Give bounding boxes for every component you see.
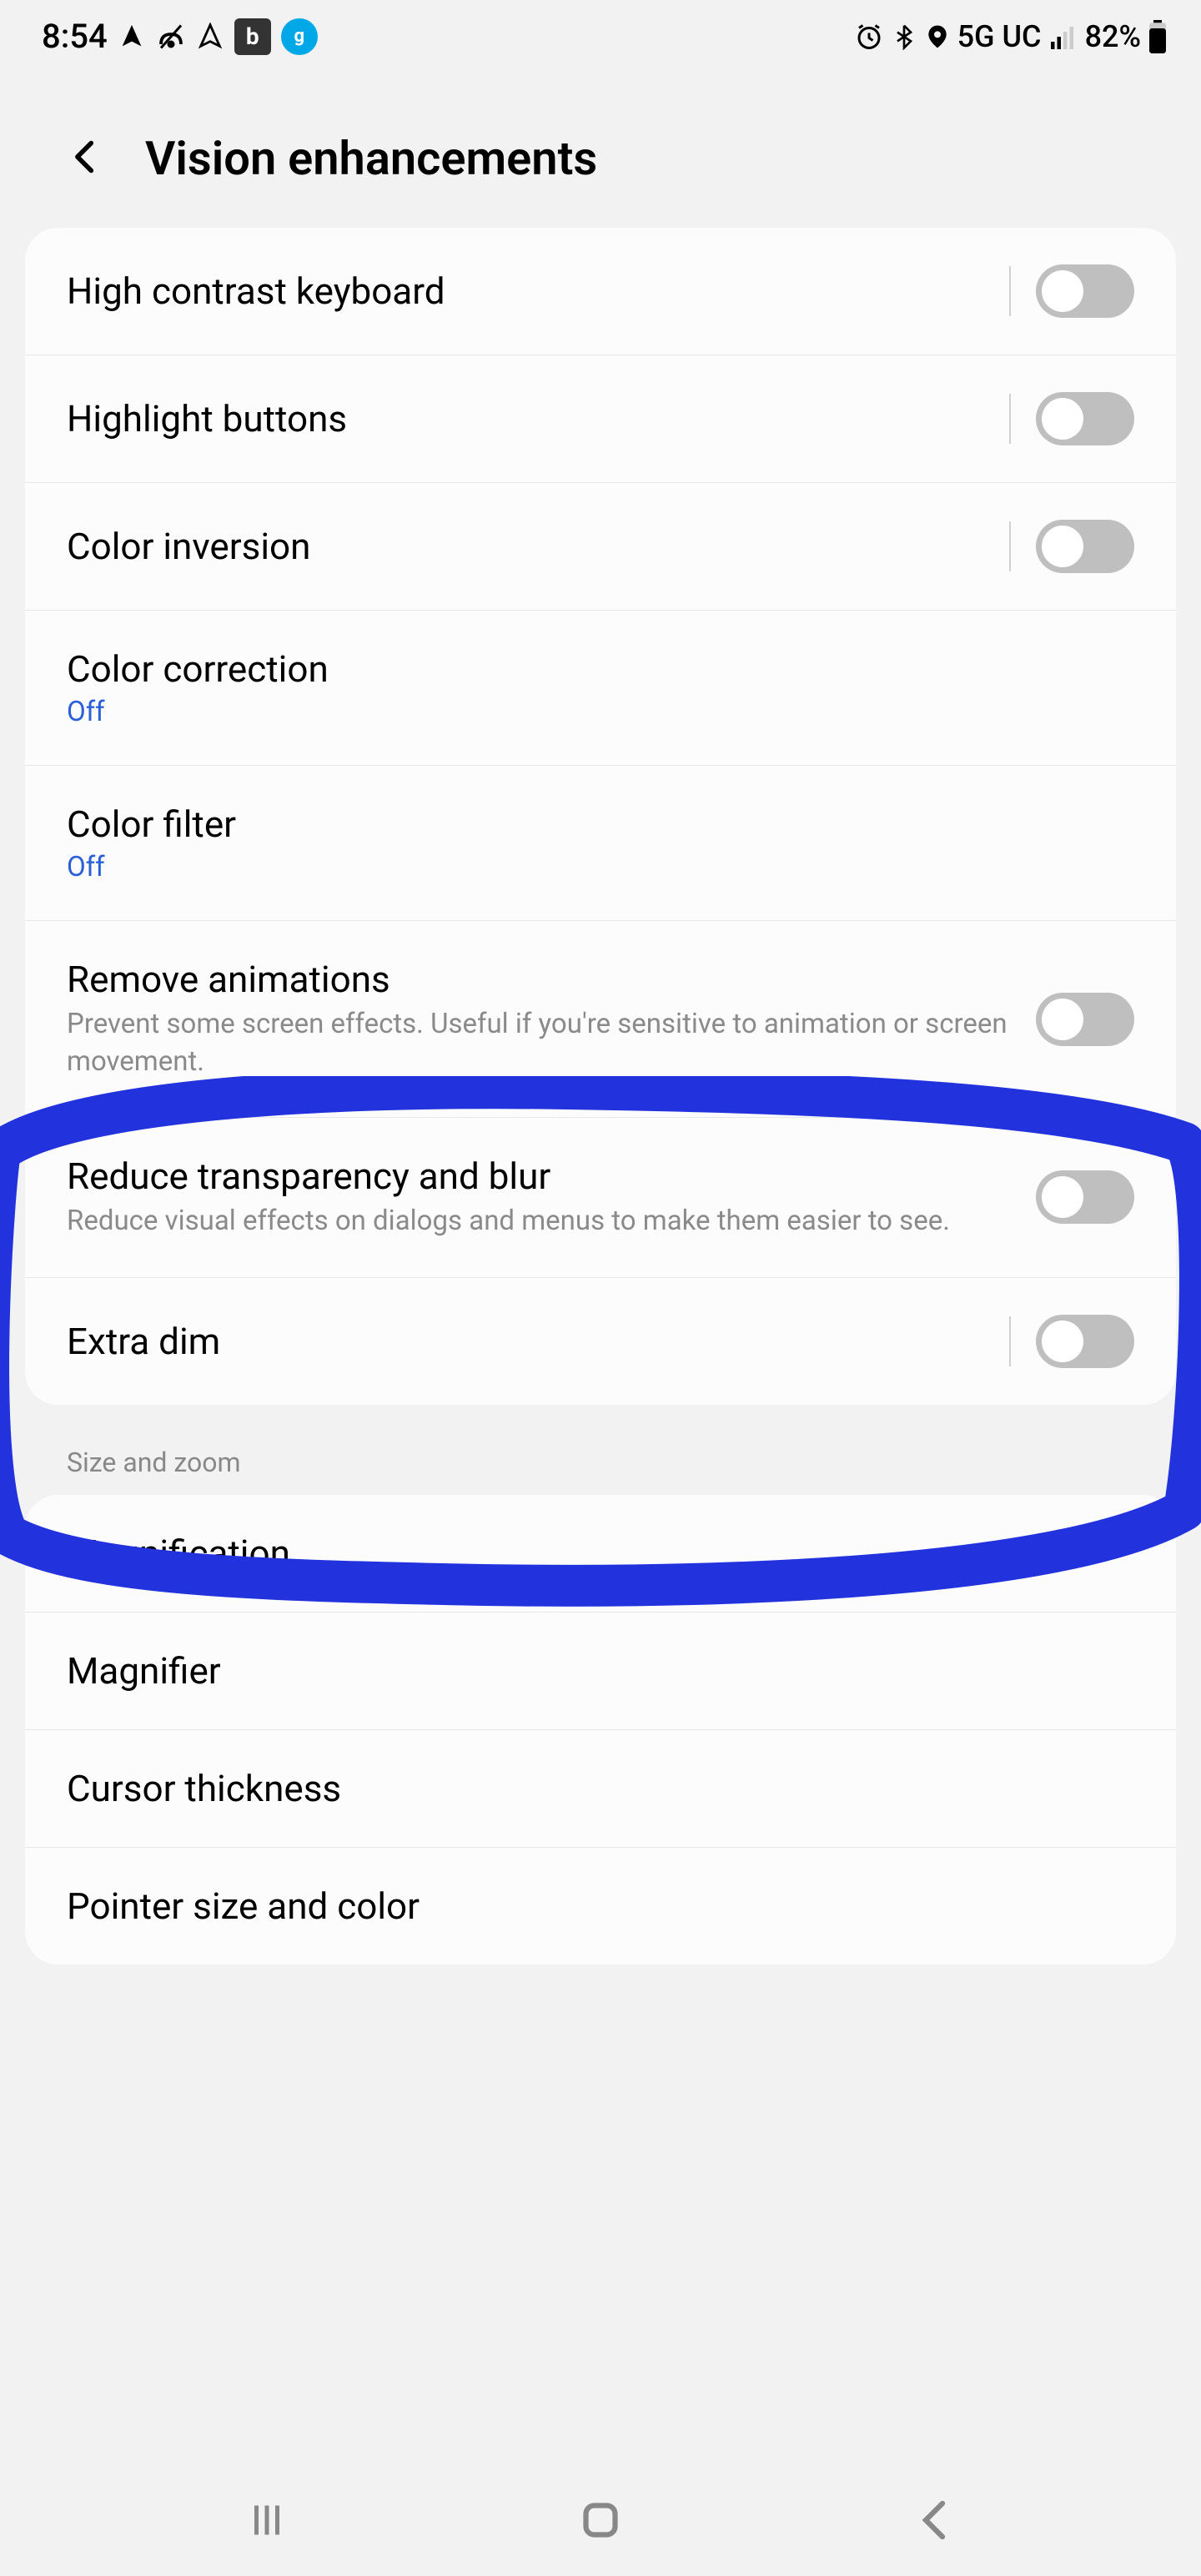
row-body: Cursor thickness — [67, 1767, 1134, 1810]
battery-label: 82% — [1085, 19, 1141, 54]
row-body: Color filter Off — [67, 802, 1134, 883]
row-body: Pointer size and color — [67, 1884, 1134, 1928]
toggle-separator — [1009, 1316, 1011, 1366]
row-title: Color correction — [67, 647, 1134, 691]
status-right: 5G UC 82% — [854, 19, 1168, 54]
toggle-wrap — [1011, 1170, 1134, 1224]
row-body: High contrast keyboard — [67, 269, 984, 313]
toggle-separator — [1009, 521, 1011, 571]
app-icon-b: b — [234, 18, 271, 55]
toggle-switch[interactable] — [1036, 520, 1134, 573]
setting-row-reduce-transparency-and-blur[interactable]: Reduce transparency and blur Reduce visua… — [25, 1118, 1176, 1278]
row-status: Off — [67, 851, 1134, 883]
row-body: Magnifier — [67, 1649, 1134, 1693]
row-title: Extra dim — [67, 1320, 984, 1363]
toggle-wrap — [984, 392, 1134, 445]
hotspot-icon — [156, 22, 186, 52]
toggle-wrap — [984, 520, 1134, 573]
row-subtitle: Prevent some screen effects. Useful if y… — [67, 1006, 1011, 1080]
nav-home[interactable] — [575, 2495, 626, 2548]
setting-row-pointer-size-and-color[interactable]: Pointer size and color — [25, 1848, 1176, 1965]
row-title: Remove animations — [67, 958, 1011, 1001]
status-left: 8:54 b g — [42, 17, 318, 56]
row-title: Highlight buttons — [67, 397, 984, 440]
row-title: Reduce transparency and blur — [67, 1155, 1011, 1198]
row-title: Magnification — [67, 1532, 1134, 1575]
row-body: Reduce transparency and blur Reduce visua… — [67, 1155, 1011, 1240]
toggle-thumb — [1042, 526, 1083, 567]
row-body: Color correction Off — [67, 647, 1134, 728]
page-title: Vision enhancements — [145, 131, 597, 186]
setting-row-remove-animations[interactable]: Remove animations Prevent some screen eff… — [25, 921, 1176, 1118]
location-icon — [924, 23, 951, 50]
setting-row-magnification[interactable]: Magnification — [25, 1495, 1176, 1613]
toggle-wrap — [1011, 993, 1134, 1046]
toggle-switch[interactable] — [1036, 264, 1134, 318]
signal-icon — [1048, 22, 1078, 52]
row-status: Off — [67, 696, 1134, 728]
setting-row-extra-dim[interactable]: Extra dim — [25, 1278, 1176, 1405]
row-body: Remove animations Prevent some screen eff… — [67, 958, 1011, 1080]
row-body: Highlight buttons — [67, 397, 984, 440]
row-body: Extra dim — [67, 1320, 984, 1363]
settings-card-1: High contrast keyboard Highlight buttons C… — [25, 228, 1176, 1405]
toggle-thumb — [1042, 270, 1083, 312]
app-icon-gabb: g — [281, 18, 318, 55]
toggle-thumb — [1042, 398, 1083, 440]
row-title: Magnifier — [67, 1649, 1134, 1693]
setting-row-color-filter[interactable]: Color filter Off — [25, 766, 1176, 921]
setting-row-color-correction[interactable]: Color correction Off — [25, 611, 1176, 766]
row-body: Color inversion — [67, 525, 984, 568]
toggle-switch[interactable] — [1036, 1315, 1134, 1368]
row-title: Pointer size and color — [67, 1884, 1134, 1928]
back-button[interactable] — [67, 133, 103, 184]
nav-back[interactable] — [909, 2495, 959, 2548]
alarm-icon — [854, 22, 884, 52]
section-size-zoom: Size and zoom — [0, 1405, 1201, 1495]
setting-row-highlight-buttons[interactable]: Highlight buttons — [25, 355, 1176, 483]
row-title: Cursor thickness — [67, 1767, 1134, 1810]
navigation-bar — [0, 2468, 1201, 2576]
toggle-thumb — [1042, 999, 1083, 1040]
toggle-wrap — [984, 1315, 1134, 1368]
toggle-thumb — [1042, 1176, 1083, 1218]
setting-row-high-contrast-keyboard[interactable]: High contrast keyboard — [25, 228, 1176, 355]
toggle-separator — [1009, 394, 1011, 444]
toggle-switch[interactable] — [1036, 993, 1134, 1046]
setting-row-color-inversion[interactable]: Color inversion — [25, 483, 1176, 611]
toggle-switch[interactable] — [1036, 1170, 1134, 1224]
toggle-switch[interactable] — [1036, 392, 1134, 445]
nav-arrow-icon — [118, 23, 146, 51]
toggle-wrap — [984, 264, 1134, 318]
row-body: Magnification — [67, 1532, 1134, 1575]
setting-row-magnifier[interactable]: Magnifier — [25, 1613, 1176, 1730]
nav-arrow-icon-2 — [196, 23, 224, 51]
row-title: Color inversion — [67, 525, 984, 568]
battery-icon — [1148, 20, 1168, 53]
network-label: 5G UC — [957, 19, 1042, 54]
toggle-separator — [1009, 266, 1011, 316]
settings-card-2: Magnification Magnifier Cursor thickness Po… — [25, 1495, 1176, 1965]
row-title: High contrast keyboard — [67, 269, 984, 313]
row-subtitle: Reduce visual effects on dialogs and men… — [67, 1203, 1011, 1240]
bluetooth-icon — [891, 23, 917, 50]
nav-recents[interactable] — [242, 2495, 292, 2548]
setting-row-cursor-thickness[interactable]: Cursor thickness — [25, 1730, 1176, 1848]
status-bar: 8:54 b g 5G UC 82% — [0, 0, 1201, 64]
status-time: 8:54 — [42, 17, 108, 56]
toggle-thumb — [1042, 1321, 1083, 1362]
page-header: Vision enhancements — [0, 64, 1201, 228]
row-title: Color filter — [67, 802, 1134, 846]
